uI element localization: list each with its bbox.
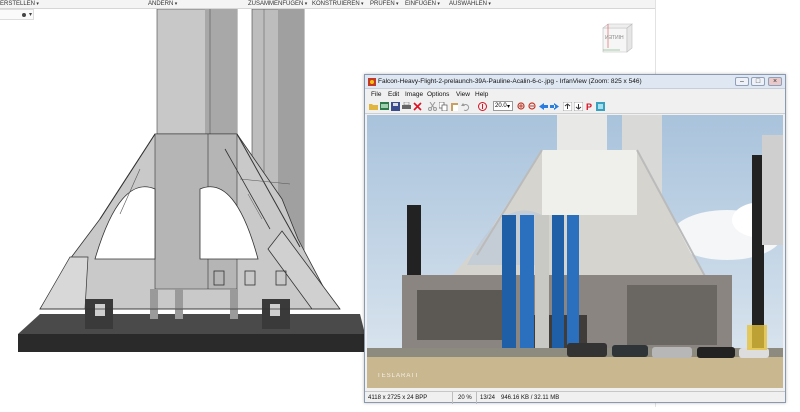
zoom-value: 20.0 <box>495 103 507 109</box>
paste-icon[interactable] <box>450 102 459 111</box>
menu-zusammenfuegen[interactable]: ZUSAMMENFÜGEN <box>248 0 307 8</box>
irfanview-app-icon <box>368 78 376 86</box>
image-view[interactable]: TESLARATI <box>367 115 783 388</box>
menu-aendern[interactable]: ÄNDERN <box>148 0 177 8</box>
menu-erstellen[interactable]: ERSTELLEN <box>0 0 39 8</box>
menu-einfuegen[interactable]: EINFÜGEN <box>405 0 440 8</box>
menu-options[interactable]: Options <box>427 89 449 100</box>
capture-icon[interactable] <box>596 102 605 111</box>
minimize-button[interactable]: – <box>735 77 749 86</box>
irfanview-menu-bar: File Edit Image Options View Help <box>365 89 785 100</box>
menu-auswaehlen[interactable]: AUSWÄHLEN <box>449 0 491 8</box>
status-index: 13/24 <box>480 395 496 401</box>
menu-pruefen[interactable]: PRÜFEN <box>370 0 399 8</box>
view-cube[interactable]: HINTEN <box>600 22 634 56</box>
copy-icon[interactable] <box>439 102 448 111</box>
zoom-out-icon[interactable] <box>528 102 537 111</box>
svg-text:P: P <box>586 102 592 111</box>
base-top <box>18 314 365 334</box>
cut-icon[interactable] <box>428 102 437 111</box>
status-zoom: 20 % <box>455 392 477 404</box>
chevron-down-icon[interactable]: ▾ <box>507 103 510 110</box>
irfanview-status-bar: 4118 x 2725 x 24 BPP 20 % 13/24 946.16 K… <box>365 391 785 404</box>
status-dimensions: 4118 x 2725 x 24 BPP <box>365 392 453 404</box>
photo-watermark: TESLARATI <box>377 373 419 379</box>
next-arrow-icon[interactable] <box>550 102 559 111</box>
maximize-button[interactable]: □ <box>751 77 765 86</box>
irfanview-toolbar: 20.0 ▾ P <box>365 100 785 114</box>
viewcube-face-label: HINTEN <box>605 35 624 41</box>
paint-icon[interactable]: P <box>585 102 594 111</box>
previous-arrow-icon[interactable] <box>539 102 548 111</box>
cad-menu-bar: ERSTELLEN ÄNDERN ZUSAMMENFÜGEN KONSTRUIE… <box>0 0 655 9</box>
last-page-icon[interactable] <box>574 102 583 111</box>
first-page-icon[interactable] <box>563 102 572 111</box>
menu-edit[interactable]: Edit <box>388 89 399 100</box>
info-icon[interactable] <box>478 102 487 111</box>
open-folder-icon[interactable] <box>369 102 378 111</box>
menu-file[interactable]: File <box>371 89 381 100</box>
base-plate <box>18 334 365 352</box>
window-title: Falcon-Heavy-Flight-2-prelaunch-39A-Paul… <box>378 78 642 85</box>
undo-icon[interactable] <box>461 102 470 111</box>
slideshow-icon[interactable] <box>380 102 389 111</box>
menu-view[interactable]: View <box>456 89 470 100</box>
status-filesize: 946.16 KB / 32.11 MB <box>501 395 560 401</box>
irfanview-window: Falcon-Heavy-Flight-2-prelaunch-39A-Paul… <box>364 74 786 404</box>
print-icon[interactable] <box>402 102 411 111</box>
menu-konstruieren[interactable]: KONSTRUIEREN <box>312 0 364 8</box>
irfanview-title-bar[interactable]: Falcon-Heavy-Flight-2-prelaunch-39A-Paul… <box>365 75 785 89</box>
menu-help[interactable]: Help <box>475 89 488 100</box>
close-button[interactable]: × <box>768 77 782 86</box>
zoom-in-icon[interactable] <box>517 102 526 111</box>
delete-icon[interactable] <box>413 102 422 111</box>
menu-image[interactable]: Image <box>405 89 423 100</box>
launch-pad-photo <box>367 115 783 388</box>
save-icon[interactable] <box>391 102 400 111</box>
